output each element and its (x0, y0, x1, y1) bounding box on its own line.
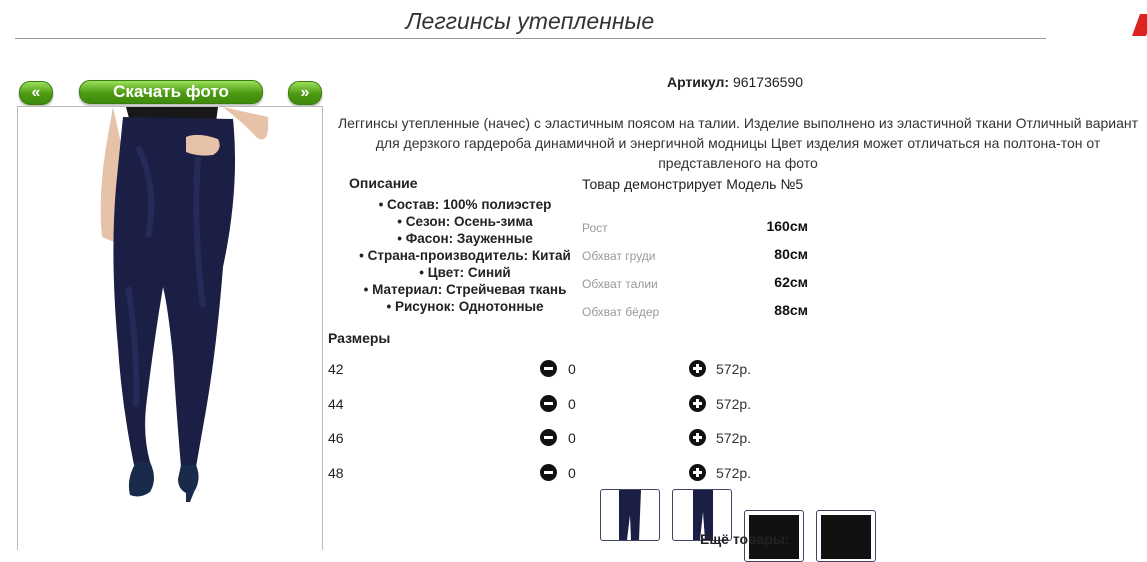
quantity-value: 0 (568, 465, 576, 481)
thumbnail[interactable] (600, 489, 660, 541)
minus-icon[interactable] (540, 395, 557, 412)
details-item: Рисунок: Однотонные (330, 298, 600, 315)
details-item: Страна-производитель: Китай (330, 247, 600, 264)
details-item: Фасон: Зауженные (330, 230, 600, 247)
measure-row: Обхват талии 62см (582, 274, 812, 294)
details-item: Сезон: Осень-зима (330, 213, 600, 230)
measure-value: 80см (774, 246, 808, 262)
article-label: Артикул: (666, 74, 730, 90)
product-description: Леггинсы утепленные (начес) с эластичным… (337, 115, 1139, 171)
size-row: 42 0 572р. (328, 359, 808, 381)
page-title: Леггинсы утепленные (405, 8, 655, 34)
price-value: 572р. (716, 465, 752, 481)
download-photo-button[interactable]: Скачать фото (79, 80, 263, 104)
minus-icon[interactable] (540, 464, 557, 481)
measure-label: Рост (582, 221, 608, 235)
measure-label: Обхват груди (582, 249, 656, 263)
plus-icon[interactable] (689, 395, 706, 412)
title-divider (15, 38, 1046, 39)
measure-label: Обхват талии (582, 277, 658, 291)
plus-icon[interactable] (689, 464, 706, 481)
more-products-heading: Ещё товары: (700, 531, 790, 547)
size-label: 42 (328, 361, 344, 377)
price-value: 572р. (716, 361, 752, 377)
article-value: 961736590 (732, 74, 804, 90)
model-heading: Товар демонстрирует Модель №5 (582, 176, 804, 192)
quantity-value: 0 (568, 396, 576, 412)
prev-photo-button[interactable]: « (19, 81, 53, 105)
measure-value: 88см (774, 302, 808, 318)
price-value: 572р. (716, 430, 752, 446)
details-heading: Описание (349, 175, 418, 191)
details-list: Состав: 100% полиэстер Сезон: Осень-зима… (330, 196, 600, 315)
size-row: 48 0 572р. (328, 463, 808, 485)
measure-row: Обхват бёдер 88см (582, 302, 812, 322)
details-item: Материал: Стрейчевая ткань (330, 281, 600, 298)
size-label: 44 (328, 396, 344, 412)
quantity-value: 0 (568, 361, 576, 377)
close-icon[interactable] (1131, 14, 1147, 36)
minus-icon[interactable] (540, 360, 557, 377)
minus-icon[interactable] (540, 429, 557, 446)
measure-value: 62см (774, 274, 808, 290)
measure-row: Рост 160см (582, 218, 812, 238)
measure-label: Обхват бёдер (582, 305, 660, 319)
measure-value: 160см (766, 218, 808, 234)
price-value: 572р. (716, 396, 752, 412)
next-photo-button[interactable]: » (288, 81, 322, 105)
quantity-value: 0 (568, 430, 576, 446)
size-row: 46 0 572р. (328, 428, 808, 450)
plus-icon[interactable] (689, 429, 706, 446)
sizes-heading: Размеры (328, 330, 391, 346)
article-number: Артикул: 961736590 (600, 74, 870, 90)
plus-icon[interactable] (689, 360, 706, 377)
details-item: Цвет: Синий (330, 264, 600, 281)
size-row: 44 0 572р. (328, 394, 808, 416)
size-label: 48 (328, 465, 344, 481)
thumbnail[interactable] (816, 510, 876, 562)
size-label: 46 (328, 430, 344, 446)
details-item: Состав: 100% полиэстер (330, 196, 600, 213)
product-photo[interactable] (17, 106, 323, 550)
measure-row: Обхват груди 80см (582, 246, 812, 266)
